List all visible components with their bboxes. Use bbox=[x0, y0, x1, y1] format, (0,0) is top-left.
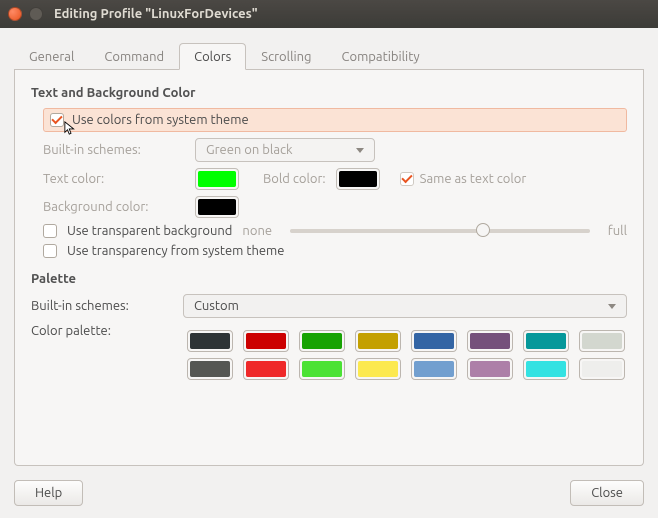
slider-none-label: none bbox=[242, 224, 272, 238]
transparency-theme-checkbox[interactable] bbox=[43, 244, 57, 258]
palette-swatch[interactable] bbox=[467, 330, 513, 352]
palette-section-title: Palette bbox=[31, 272, 627, 286]
dialog-footer: Help Close bbox=[14, 474, 644, 506]
palette-swatch[interactable] bbox=[579, 358, 625, 380]
window-minimize-button[interactable] bbox=[29, 7, 43, 21]
palette-swatch[interactable] bbox=[411, 330, 457, 352]
builtin-schemes-dropdown[interactable]: Green on black bbox=[195, 138, 375, 162]
palette-swatch[interactable] bbox=[355, 330, 401, 352]
palette-schemes-label: Built-in schemes: bbox=[31, 299, 173, 313]
bg-color-swatch[interactable] bbox=[195, 196, 239, 218]
use-system-theme-row[interactable]: Use colors from system theme bbox=[43, 108, 627, 132]
content-area: General Command Colors Scrolling Compati… bbox=[0, 28, 658, 518]
tab-colors[interactable]: Colors bbox=[179, 43, 246, 70]
dialog-window: Editing Profile "LinuxForDevices" Genera… bbox=[0, 0, 658, 518]
palette-schemes-dropdown[interactable]: Custom bbox=[183, 294, 627, 318]
builtin-schemes-label: Built-in schemes: bbox=[43, 143, 185, 157]
text-color-swatch[interactable] bbox=[195, 168, 239, 190]
palette-swatch[interactable] bbox=[299, 358, 345, 380]
palette-swatch[interactable] bbox=[411, 358, 457, 380]
text-color-label: Text color: bbox=[43, 172, 185, 186]
transparent-bg-checkbox[interactable] bbox=[43, 224, 57, 238]
palette-swatch[interactable] bbox=[523, 330, 569, 352]
color-palette-label: Color palette: bbox=[31, 324, 173, 338]
palette-swatch[interactable] bbox=[467, 358, 513, 380]
bold-color-swatch[interactable] bbox=[336, 168, 380, 190]
bg-color-value bbox=[198, 199, 236, 215]
palette-swatch[interactable] bbox=[187, 330, 233, 352]
tab-bar: General Command Colors Scrolling Compati… bbox=[14, 38, 644, 70]
tab-compatibility[interactable]: Compatibility bbox=[327, 43, 435, 70]
tab-general[interactable]: General bbox=[14, 43, 89, 70]
palette-swatch[interactable] bbox=[523, 358, 569, 380]
builtin-schemes-value: Green on black bbox=[206, 143, 293, 157]
palette-grid bbox=[187, 324, 625, 386]
palette-schemes-value: Custom bbox=[194, 299, 239, 313]
tab-scrolling[interactable]: Scrolling bbox=[246, 43, 326, 70]
palette-swatch[interactable] bbox=[243, 358, 289, 380]
use-system-theme-checkbox[interactable] bbox=[50, 113, 64, 127]
close-button[interactable]: Close bbox=[570, 480, 644, 506]
window-close-button[interactable] bbox=[8, 7, 22, 21]
bg-color-label: Background color: bbox=[43, 200, 185, 214]
transparency-slider[interactable] bbox=[290, 229, 590, 233]
text-color-value bbox=[198, 171, 236, 187]
tab-command[interactable]: Command bbox=[89, 43, 179, 70]
same-as-text-label: Same as text color bbox=[420, 172, 527, 186]
chevron-down-icon bbox=[608, 304, 616, 309]
window-title: Editing Profile "LinuxForDevices" bbox=[54, 7, 258, 21]
transparency-theme-label: Use transparency from system theme bbox=[67, 244, 284, 258]
slider-full-label: full bbox=[608, 224, 627, 238]
titlebar: Editing Profile "LinuxForDevices" bbox=[0, 0, 658, 28]
chevron-down-icon bbox=[356, 148, 364, 153]
bold-color-label: Bold color: bbox=[263, 172, 326, 186]
palette-swatch[interactable] bbox=[299, 330, 345, 352]
palette-swatch[interactable] bbox=[187, 358, 233, 380]
same-as-text-checkbox[interactable] bbox=[400, 172, 414, 186]
palette-swatch[interactable] bbox=[243, 330, 289, 352]
transparent-bg-label: Use transparent background bbox=[67, 224, 232, 238]
palette-swatch[interactable] bbox=[355, 358, 401, 380]
help-button[interactable]: Help bbox=[14, 480, 83, 506]
use-system-theme-label: Use colors from system theme bbox=[72, 113, 249, 127]
text-bg-section-title: Text and Background Color bbox=[31, 86, 627, 100]
palette-swatch[interactable] bbox=[579, 330, 625, 352]
bold-color-value bbox=[339, 171, 377, 187]
colors-panel: Text and Background Color Use colors fro… bbox=[14, 70, 644, 466]
slider-thumb[interactable] bbox=[476, 223, 490, 237]
